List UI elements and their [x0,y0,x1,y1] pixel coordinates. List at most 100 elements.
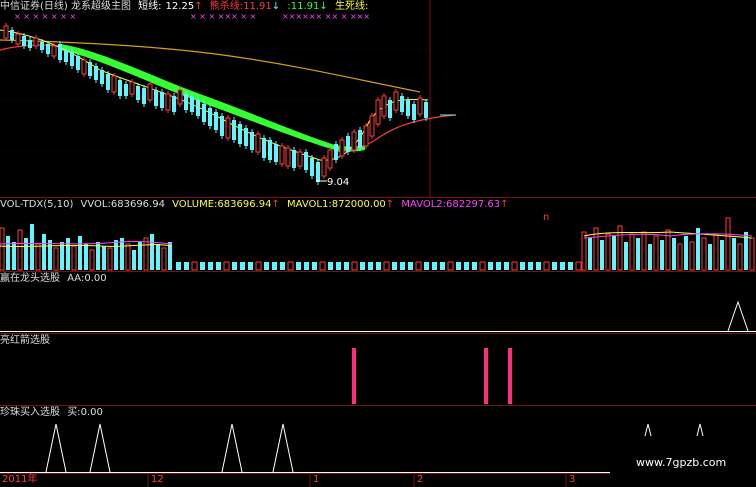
volume-bar [648,244,652,270]
candle-body [172,96,176,112]
candle-body [262,138,266,158]
volume-bar [737,243,743,271]
candle-body [70,52,74,66]
candle-body [124,84,128,96]
candle-body [10,30,14,40]
volume-bar [223,261,230,271]
volume-bar [17,229,23,271]
candle-body [225,117,231,139]
volume-bar [6,236,10,270]
candle-body [279,145,285,165]
price-chart[interactable]: 9.04 [0,0,756,198]
buy-signal-spike [272,423,294,473]
volume-bar [264,262,269,270]
volume-bar [488,262,493,270]
volume-bar [479,261,486,271]
candle-body [351,131,357,151]
volume-bar [464,262,469,270]
volume-bar [161,247,167,271]
candle-body [154,90,158,106]
volume-bar [60,242,64,270]
volume-bar [255,261,262,271]
volume-bar [575,261,582,271]
volume-bar [472,262,477,270]
ma-green-band [60,44,365,152]
volume-bar [138,242,142,270]
volume-bar [660,240,664,270]
candle-body [22,36,26,46]
volume-bar [629,233,635,271]
volume-bar [208,262,213,270]
volume-bar [191,261,198,271]
volume-bar [176,262,181,270]
candle-body [232,120,236,140]
volume-bar [360,262,365,270]
candle-body [363,125,369,147]
volume-bar [536,262,541,270]
volume-bar [504,262,509,270]
candle-body [369,115,375,137]
volume-bar [440,262,445,270]
volume-bar [78,236,82,270]
price-pane[interactable]: 中信证券(日线) 龙系超级主图 短线: 12.25↑ 熊杀线:11.91↓ :11… [0,0,756,198]
candle-body [412,104,416,120]
volume-bar [42,234,46,270]
buy-signal-spike-small [696,423,704,437]
volume-bar [713,233,719,271]
volume-bar [240,262,245,270]
candle-body [304,152,308,170]
candle-body [15,33,21,45]
volume-bar [272,262,277,270]
candle-body [297,151,303,167]
volume-bar [53,247,59,271]
candle-body [406,100,410,116]
volume-bar [184,262,189,270]
volume-bar [560,262,565,270]
candle-body [88,62,92,76]
indicator1-pane[interactable]: 赢在龙头选股 AA:0.00 [0,272,756,334]
candle-body [64,50,68,62]
volume-bar [107,247,113,271]
candle-body [28,40,32,48]
volume-bar [408,262,413,270]
volume-bar [216,262,221,270]
volume-bar [432,262,437,270]
volume-bar [102,246,106,270]
volume-bar [749,237,755,271]
volume-bar [732,238,736,270]
volume-bar [624,242,628,270]
candle-body [76,56,80,70]
volume-pane[interactable]: VOL-TDX(5,10) VVOL:683696.94 VOLUME:6836… [0,198,756,272]
volume-bar [304,262,309,270]
indicator2-chart[interactable] [0,334,756,406]
buy-signal-spike-small [644,423,652,437]
candle-body [327,149,333,169]
candle-body [58,44,62,60]
indicator2-pane[interactable]: 亮红箭选股 [0,334,756,406]
volume-bar [328,262,333,270]
volume-bar [30,224,34,270]
candle-body [250,132,254,150]
volume-bar [71,245,77,271]
candle-body [310,158,314,176]
candle-body [316,162,320,182]
candle-body [339,139,345,157]
volume-bar [24,238,28,270]
volume-bar [641,231,647,271]
volume-bar [48,240,52,270]
buy-signal-spike [221,423,243,473]
date-axis: 2011年 12 1 2 3 [0,473,756,487]
candle-body [334,144,338,160]
candle-body [346,136,350,152]
volume-bar [496,262,501,270]
candle-body [238,124,242,144]
volume-bar [684,236,688,270]
volume-bar [351,261,358,271]
volume-bar [368,262,373,270]
volume-chart[interactable] [0,198,756,272]
candle-body [381,95,387,117]
indicator1-chart[interactable] [0,272,756,334]
volume-bar [415,261,422,271]
volume-bar [132,250,136,270]
volume-bar [708,244,712,270]
